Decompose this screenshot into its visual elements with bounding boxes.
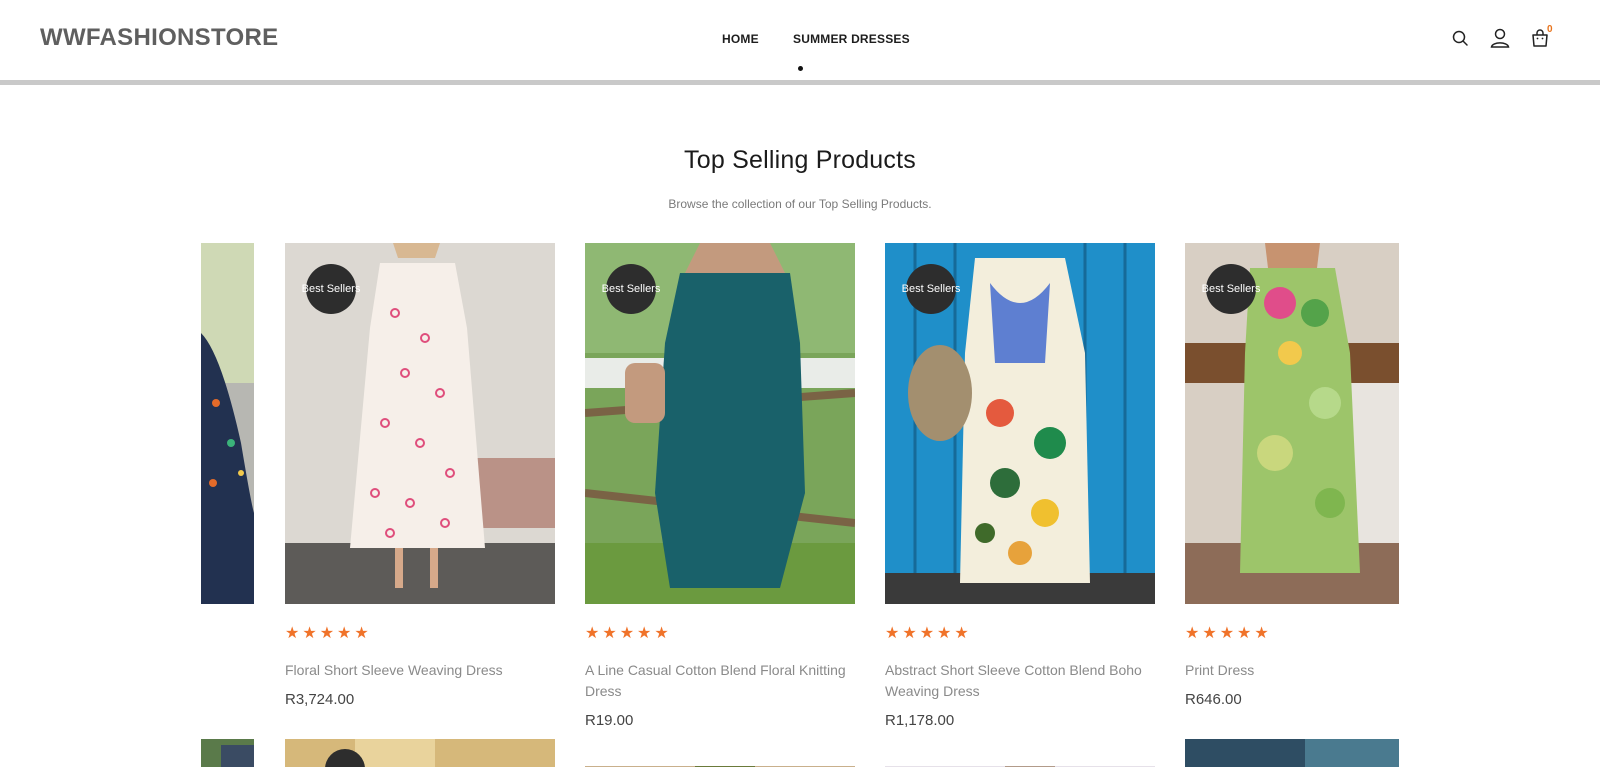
best-sellers-badge: Best Sellers: [1202, 264, 1260, 314]
product-rating: ★★★★★: [585, 625, 672, 642]
product-price: R19.00: [585, 712, 634, 729]
nav-summer-dresses[interactable]: SUMMER DRESSES: [793, 32, 910, 46]
user-icon[interactable]: [1488, 26, 1512, 50]
product-image-partial[interactable]: [885, 760, 1155, 767]
product-rating: ★★★★★: [1185, 625, 1272, 642]
search-icon[interactable]: [1448, 26, 1472, 50]
product-price: R1,178.00: [885, 712, 955, 729]
product-image-partial[interactable]: [585, 760, 855, 767]
best-sellers-badge: Best Sellers: [302, 264, 360, 314]
product-rating: ★★★★★: [285, 625, 372, 642]
product-image-partial[interactable]: [201, 739, 254, 767]
best-sellers-badge: Best Sellers: [902, 264, 960, 314]
cart-count-badge: 0: [1547, 24, 1553, 35]
best-sellers-badge: Best Sellers: [602, 264, 660, 314]
product-name[interactable]: Floral Short Sleeve Weaving Dress: [285, 660, 555, 681]
product-price: R3,724.00: [285, 691, 355, 708]
main-nav: HOME SUMMER DRESSES: [0, 32, 1600, 52]
product-image[interactable]: Best Sellers: [585, 243, 855, 604]
nav-active-indicator: [798, 66, 803, 71]
product-image-partial[interactable]: [1185, 739, 1399, 767]
product-price: R646.00: [1185, 691, 1242, 708]
nav-home[interactable]: HOME: [722, 32, 759, 46]
header-divider: [0, 80, 1600, 85]
product-image[interactable]: Best Sellers: [285, 243, 555, 604]
product-image-partial[interactable]: [285, 739, 555, 767]
product-image-partial[interactable]: [201, 243, 254, 604]
product-rating: ★★★★★: [885, 625, 972, 642]
product-image[interactable]: Best Sellers: [1185, 243, 1399, 604]
product-name[interactable]: Print Dress: [1185, 660, 1455, 681]
product-name[interactable]: Abstract Short Sleeve Cotton Blend Boho …: [885, 660, 1155, 702]
product-name[interactable]: A Line Casual Cotton Blend Floral Knitti…: [585, 660, 855, 702]
site-header: WWFASHIONSTORE HOME SUMMER DRESSES 0: [0, 0, 1600, 80]
section-title: Top Selling Products: [684, 146, 916, 174]
section-subtitle: Browse the collection of our Top Selling…: [668, 197, 932, 211]
product-image[interactable]: Best Sellers: [885, 243, 1155, 604]
